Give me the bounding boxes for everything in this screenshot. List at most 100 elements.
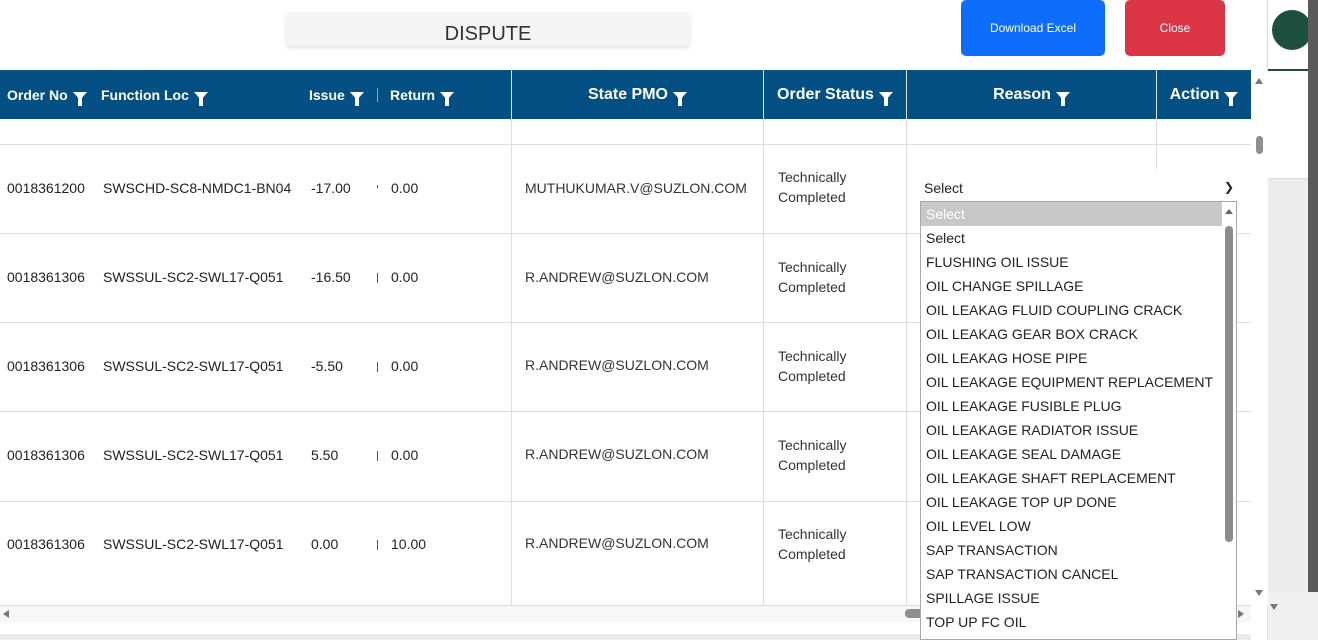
dropdown-option[interactable]: OIL LEAKAGE SEAL DAMAGE [921, 442, 1223, 466]
order-status-cell: Technically Completed [778, 435, 846, 475]
return-cell: 0.00 [391, 358, 419, 374]
dropdown-option[interactable]: OIL LEVEL LOW [921, 514, 1223, 538]
cell-divider [377, 451, 378, 461]
dropdown-option[interactable]: SAP TRANSACTION [921, 538, 1223, 562]
modal-title: DISPUTE [286, 12, 690, 46]
download-excel-button[interactable]: Download Excel [961, 0, 1105, 56]
table-header: Order No Function Loc Issue Return State… [0, 70, 1251, 119]
dropdown-option[interactable]: TOP UP FC OIL [921, 610, 1223, 634]
column-header-label: Reason [993, 85, 1051, 103]
dropdown-option[interactable]: OIL LEAKAGE FUSIBLE PLUG [921, 394, 1223, 418]
vertical-scrollbar[interactable] [1251, 70, 1268, 606]
column-header-issue[interactable]: Issue [309, 70, 364, 119]
column-header-return[interactable]: Return [390, 70, 455, 119]
cell-divider [377, 540, 378, 550]
function-loc-cell: SWSSUL-SC2-SWL17-Q051 [103, 536, 284, 552]
cell-divider [377, 185, 378, 188]
dropdown-option[interactable]: FLUSHING OIL ISSUE [921, 250, 1223, 274]
dropdown-option[interactable]: OIL LEAKAGE SHAFT REPLACEMENT [921, 466, 1223, 490]
status-line: Completed [778, 368, 846, 384]
issue-cell: -17.00 [311, 180, 351, 196]
column-header-action[interactable]: Action [1157, 70, 1251, 119]
status-line: Technically [778, 526, 847, 542]
column-header-label: Return [390, 86, 436, 103]
dropdown-option[interactable]: OIL LEAKAG FLUID COUPLING CRACK [921, 298, 1223, 322]
modal-header: DISPUTE Download Excel Close [0, 0, 1268, 70]
return-cell: 10.00 [391, 536, 427, 552]
state-pmo-cell: MUTHUKUMAR.V@SUZLON.COM [525, 180, 747, 196]
state-pmo-cell: R.ANDREW@SUZLON.COM [525, 269, 709, 285]
grid-line [511, 119, 512, 606]
background-panel [1268, 178, 1308, 592]
issue-cell: 5.50 [311, 447, 339, 463]
divider [1268, 69, 1308, 71]
status-line: Completed [778, 546, 846, 562]
scrollbar-thumb[interactable] [1225, 226, 1233, 542]
dropdown-option[interactable]: OIL LEAKAGE EQUIPMENT REPLACEMENT [921, 370, 1223, 394]
state-pmo-cell: R.ANDREW@SUZLON.COM [525, 535, 709, 551]
function-loc-cell: SWSSUL-SC2-SWL17-Q051 [103, 447, 284, 463]
avatar[interactable] [1272, 10, 1312, 50]
filter-icon[interactable] [878, 91, 893, 106]
column-header-reason[interactable]: Reason [907, 70, 1156, 119]
column-header-label: Issue [309, 86, 345, 103]
scroll-up-arrow-icon[interactable] [1255, 78, 1263, 84]
order-no-cell: 0018361306 [7, 358, 85, 374]
filter-icon[interactable] [440, 91, 455, 106]
reason-select[interactable]: Select ❯ [916, 175, 1242, 201]
dropdown-option[interactable]: OIL LEAKAG HOSE PIPE [921, 346, 1223, 370]
column-header-state-pmo[interactable]: State PMO [512, 70, 763, 119]
order-no-cell: 0018361306 [7, 269, 85, 285]
row-divider [0, 144, 1251, 145]
dropdown-option[interactable]: OIL LEAKAGE TOP UP DONE [921, 490, 1223, 514]
chevron-down-icon[interactable]: ❯ [1224, 180, 1234, 194]
function-loc-cell: SWSCHD-SC8-NMDC1-BN04 [103, 180, 292, 196]
column-header-label: Order Status [777, 85, 874, 103]
order-no-cell: 0018361306 [7, 447, 85, 463]
issue-cell: 0.00 [311, 536, 339, 552]
scrollbar-thumb[interactable] [1256, 136, 1263, 154]
dropdown-option[interactable]: OIL LEAKAGE RADIATOR ISSUE [921, 418, 1223, 442]
column-header-label: Action [1169, 85, 1220, 103]
filter-icon[interactable] [1224, 91, 1239, 106]
close-button[interactable]: Close [1125, 0, 1225, 56]
status-line: Technically [778, 259, 847, 275]
scroll-down-arrow-icon[interactable] [1255, 590, 1263, 596]
return-cell: 0.00 [391, 269, 419, 285]
column-header-order-no[interactable]: Order No [7, 70, 87, 119]
order-status-cell: Technically Completed [778, 346, 846, 386]
page-backdrop [1268, 0, 1318, 640]
scroll-up-arrow-icon[interactable] [1225, 209, 1233, 214]
return-cell: 0.00 [391, 447, 419, 463]
column-header-function-loc[interactable]: Function Loc [101, 70, 208, 119]
dropdown-option[interactable]: SPILLAGE ISSUE [921, 586, 1223, 610]
dropdown-option[interactable]: OIL LEAKAG GEAR BOX CRACK [921, 322, 1223, 346]
scroll-right-arrow-icon[interactable] [1238, 610, 1244, 618]
column-header-label: Order No [7, 86, 68, 103]
status-line: Technically [778, 348, 847, 364]
status-line: Completed [778, 279, 846, 295]
order-status-cell: Technically Completed [778, 524, 846, 564]
return-cell: 0.00 [391, 180, 419, 196]
scroll-left-arrow-icon[interactable] [3, 610, 9, 618]
column-header-label: Function Loc [101, 86, 189, 103]
filter-icon[interactable] [72, 91, 87, 106]
dropdown-scrollbar[interactable] [1222, 202, 1236, 639]
grid-line [763, 119, 764, 606]
filter-icon[interactable] [349, 91, 364, 106]
dropdown-option[interactable]: Select [921, 202, 1223, 226]
order-no-cell: 0018361200 [7, 180, 85, 196]
dropdown-option[interactable]: OIL CHANGE SPILLAGE [921, 274, 1223, 298]
filter-icon[interactable] [193, 91, 208, 106]
page-scroll-down-arrow-icon[interactable] [1270, 604, 1278, 610]
background-footer [1268, 592, 1318, 640]
dropdown-option[interactable]: Select [921, 226, 1223, 250]
filter-icon[interactable] [673, 91, 687, 106]
reason-dropdown-list[interactable]: Select Select FLUSHING OIL ISSUE OIL CHANGE… [920, 201, 1237, 640]
filter-icon[interactable] [1055, 91, 1070, 106]
window-edge [1308, 0, 1318, 592]
status-line: Completed [778, 457, 846, 473]
state-pmo-cell: R.ANDREW@SUZLON.COM [525, 357, 709, 373]
dropdown-option[interactable]: SAP TRANSACTION CANCEL [921, 562, 1223, 586]
column-header-order-status[interactable]: Order Status [764, 70, 906, 119]
